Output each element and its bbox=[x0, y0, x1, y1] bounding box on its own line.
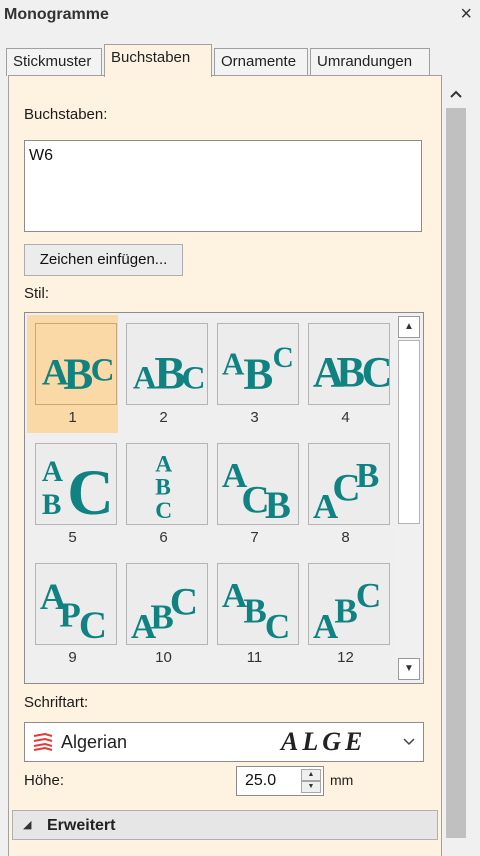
tab-umrandungen[interactable]: Umrandungen bbox=[310, 48, 430, 76]
style-label: Stil: bbox=[24, 285, 50, 302]
monogram-style-9-icon: A P C bbox=[35, 563, 117, 645]
style-item-8[interactable]: A C B 8 bbox=[300, 435, 391, 553]
svg-text:B: B bbox=[155, 475, 171, 501]
font-type-icon bbox=[33, 733, 53, 751]
style-item-1[interactable]: A B C 1 bbox=[27, 315, 118, 433]
svg-text:C: C bbox=[67, 457, 114, 524]
height-label: Höhe: bbox=[24, 772, 65, 789]
height-unit: mm bbox=[330, 772, 354, 788]
tab-ornamente[interactable]: Ornamente bbox=[214, 48, 308, 76]
font-dropdown[interactable]: Algerian ALGE bbox=[24, 722, 424, 762]
monogram-style-1-icon: A B C bbox=[35, 323, 117, 405]
font-label: Schriftart: bbox=[24, 694, 89, 711]
font-preview: ALGE bbox=[281, 727, 367, 756]
style-item-2[interactable]: A B C 2 bbox=[118, 315, 209, 433]
letters-input[interactable]: W6 bbox=[24, 140, 422, 232]
svg-text:B: B bbox=[243, 348, 273, 398]
tab-stickmuster[interactable]: Stickmuster bbox=[6, 48, 102, 76]
scroll-up-icon[interactable]: ▲ bbox=[398, 316, 420, 338]
scroll-down-icon[interactable]: ▼ bbox=[398, 658, 420, 680]
insert-character-button[interactable]: Zeichen einfügen... bbox=[24, 244, 183, 276]
monogram-style-10-icon: A B C bbox=[126, 563, 208, 645]
style-grid-scrollbar[interactable]: ▲ ▼ bbox=[396, 314, 422, 682]
style-item-10[interactable]: A B C 10 bbox=[118, 555, 209, 673]
style-number: 9 bbox=[68, 649, 77, 666]
svg-text:B: B bbox=[334, 592, 357, 631]
svg-text:B: B bbox=[265, 484, 291, 524]
close-icon[interactable]: × bbox=[460, 2, 472, 26]
style-number: 1 bbox=[68, 409, 77, 426]
advanced-section-header[interactable]: ◢ Erweitert bbox=[12, 810, 438, 840]
svg-text:B: B bbox=[356, 456, 379, 495]
style-number: 3 bbox=[250, 409, 259, 426]
svg-text:B: B bbox=[336, 349, 365, 396]
letters-label: Buchstaben: bbox=[24, 106, 108, 123]
monogram-style-6-icon: A B C bbox=[126, 443, 208, 525]
monogram-style-8-icon: A C B bbox=[308, 443, 390, 525]
style-number: 12 bbox=[337, 649, 354, 666]
style-item-4[interactable]: A B C 4 bbox=[300, 315, 391, 433]
svg-text:A: A bbox=[222, 347, 245, 382]
style-number: 4 bbox=[341, 409, 350, 426]
svg-text:P: P bbox=[59, 595, 80, 634]
collapse-arrow-icon: ◢ bbox=[23, 819, 32, 831]
style-number: 10 bbox=[155, 649, 172, 666]
monogram-style-3-icon: A B C bbox=[217, 323, 299, 405]
title-bar: Monogramme × bbox=[0, 0, 480, 32]
style-number: 2 bbox=[159, 409, 168, 426]
style-item-3[interactable]: A B C 3 bbox=[209, 315, 300, 433]
scroll-thumb[interactable] bbox=[398, 340, 420, 524]
tab-buchstaben[interactable]: Buchstaben bbox=[104, 44, 212, 77]
font-name: Algerian bbox=[61, 732, 128, 752]
svg-text:B: B bbox=[63, 348, 93, 398]
svg-text:C: C bbox=[265, 607, 290, 644]
svg-text:C: C bbox=[170, 581, 198, 624]
style-item-12[interactable]: A B C 12 bbox=[300, 555, 391, 673]
advanced-label: Erweitert bbox=[47, 817, 116, 834]
style-number: 8 bbox=[341, 529, 350, 546]
svg-text:A: A bbox=[133, 359, 157, 396]
monogram-style-4-icon: A B C bbox=[308, 323, 390, 405]
panel-scroll-thumb[interactable] bbox=[446, 108, 466, 838]
stepper-buttons: ▲ ▼ bbox=[301, 769, 321, 793]
style-number: 6 bbox=[159, 529, 168, 546]
svg-text:C: C bbox=[182, 359, 206, 396]
style-number: 11 bbox=[246, 649, 263, 666]
svg-text:C: C bbox=[79, 604, 107, 644]
increment-icon[interactable]: ▲ bbox=[301, 769, 321, 781]
style-item-6[interactable]: A B C 6 bbox=[118, 435, 209, 553]
svg-text:B: B bbox=[243, 592, 266, 631]
style-item-9[interactable]: A P C 9 bbox=[27, 555, 118, 673]
monogram-style-7-icon: A C B bbox=[217, 443, 299, 525]
monogram-style-5-icon: A B C bbox=[35, 443, 117, 525]
svg-text:C: C bbox=[155, 498, 172, 524]
decrement-icon[interactable]: ▼ bbox=[301, 781, 321, 793]
style-number: 7 bbox=[250, 529, 259, 546]
style-grid: A B C 1 A B C 2 A B C 3 A B 4 A B C 5 A … bbox=[24, 312, 424, 684]
svg-text:C: C bbox=[362, 349, 389, 396]
monogram-style-2-icon: A B C bbox=[126, 323, 208, 405]
panel-scroll-up-icon[interactable] bbox=[444, 82, 468, 106]
svg-text:C: C bbox=[91, 352, 115, 389]
style-item-11[interactable]: A B C 11 bbox=[209, 555, 300, 673]
svg-text:C: C bbox=[273, 342, 294, 374]
svg-text:B: B bbox=[42, 489, 62, 521]
monogram-style-11-icon: A B C bbox=[217, 563, 299, 645]
svg-text:A: A bbox=[42, 456, 63, 488]
tab-bar: Stickmuster Buchstaben Ornamente Umrandu… bbox=[0, 44, 480, 77]
chevron-down-icon bbox=[403, 738, 415, 746]
style-item-5[interactable]: A B C 5 bbox=[27, 435, 118, 553]
svg-text:C: C bbox=[356, 576, 381, 615]
monogram-style-12-icon: A B C bbox=[308, 563, 390, 645]
panel-scrollbar[interactable] bbox=[444, 82, 468, 856]
style-item-7[interactable]: A C B 7 bbox=[209, 435, 300, 553]
svg-text:A: A bbox=[155, 451, 172, 477]
height-value[interactable]: 25.0 bbox=[245, 772, 276, 790]
window-title: Monogramme bbox=[4, 6, 109, 23]
style-number: 5 bbox=[68, 529, 77, 546]
height-stepper[interactable]: 25.0 ▲ ▼ bbox=[236, 766, 324, 796]
